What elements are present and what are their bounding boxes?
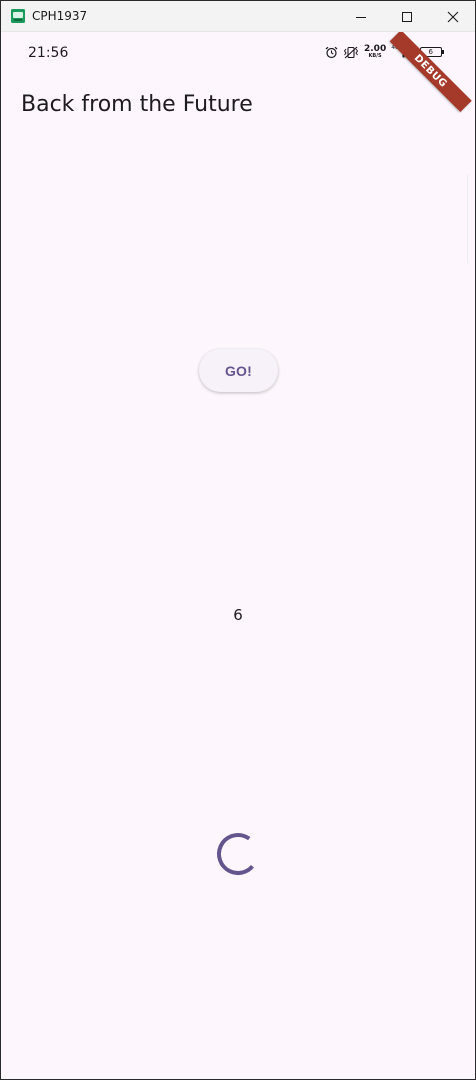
battery-tip	[441, 50, 444, 54]
status-time: 21:56	[28, 45, 69, 61]
result-text: 6	[233, 606, 243, 624]
alarm-icon	[325, 46, 338, 58]
network-speed: 2.00 KB/S	[364, 45, 386, 59]
progress-spinner-icon	[217, 833, 259, 875]
close-button[interactable]	[430, 1, 475, 32]
window-titlebar: CPH1937	[1, 1, 475, 32]
page-title: Back from the Future	[21, 92, 253, 117]
maximize-icon	[402, 11, 412, 22]
go-button-label: GO!	[224, 362, 253, 379]
window-title: CPH1937	[32, 9, 88, 23]
android-emulator-icon	[11, 9, 25, 23]
minimize-icon	[356, 16, 366, 18]
go-button[interactable]: GO!	[199, 349, 278, 392]
edge-handle	[467, 173, 475, 265]
close-icon	[447, 11, 459, 22]
maximize-button[interactable]	[384, 1, 430, 32]
vibrate-icon	[343, 46, 359, 58]
network-speed-unit: KB/S	[368, 53, 382, 59]
phone-screen: 21:56 2.00 KB/S 6 DEBUG Back from the Fu…	[1, 32, 475, 1079]
app-bar: Back from the Future	[1, 72, 475, 136]
battery-level: 6	[428, 48, 433, 56]
emulator-window: CPH1937 21:56 2.00 KB/S 6 DEBUG Back fro…	[0, 0, 476, 1080]
minimize-button[interactable]	[338, 1, 384, 32]
